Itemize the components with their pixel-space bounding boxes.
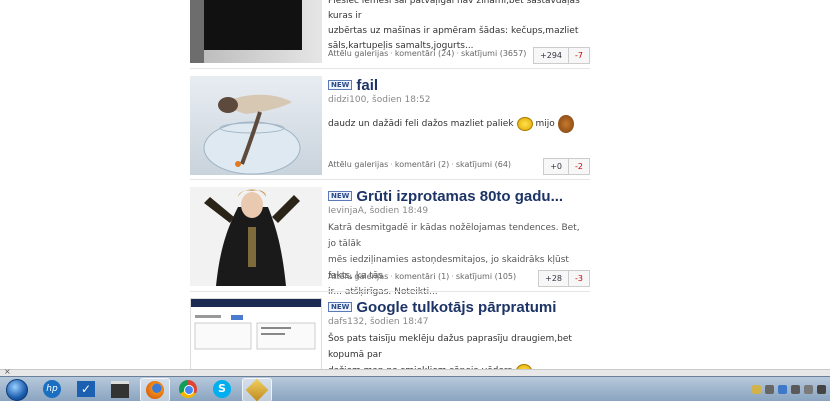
post-author-date: dafs132, šodien 18:47 (328, 317, 429, 327)
vote-plus-button[interactable]: +28 (538, 270, 569, 287)
post-title-link[interactable]: Grūti izprotamas 80to gadu... (356, 188, 563, 205)
body-line: mijo (535, 119, 555, 129)
gallery-link[interactable]: Attēlu galerijas (328, 160, 388, 169)
woman-80s-image (204, 189, 300, 286)
body-line: Katrā desmitgadē ir kādas nožēlojamas te… (328, 223, 580, 249)
new-badge: NEW (328, 302, 353, 312)
windows-taskbar: hp ✓ S (0, 376, 830, 402)
vote-box: +0 -2 (543, 158, 590, 175)
comments-link[interactable]: komentāri (24) (395, 49, 455, 58)
post-content: NEW Google tulkotājs pārpratumi dafs132,… (328, 298, 590, 372)
vote-minus-button[interactable]: -3 (568, 270, 590, 287)
views-count: skatījumi (64) (455, 160, 512, 169)
bear-smiley-icon (557, 115, 574, 133)
body-line: Šos pats taisīju meklēju dažus paprasīju… (328, 334, 572, 360)
tray-icon[interactable] (791, 384, 800, 394)
tray-icon[interactable] (765, 384, 774, 394)
post-divider (190, 68, 590, 69)
tray-icon[interactable] (778, 384, 787, 394)
chrome-icon[interactable] (174, 378, 202, 400)
thumbnail-edge (190, 0, 204, 63)
post-thumbnail[interactable] (190, 298, 322, 370)
google-translate-screenshot-image (191, 299, 321, 350)
views-count: skatījumi (105) (455, 272, 517, 281)
post-divider (190, 291, 590, 292)
firefox-icon[interactable] (140, 378, 170, 402)
laughing-smiley-icon (516, 117, 533, 131)
post-links: Attēlu galerijas · komentāri (24) · skatījum… (328, 49, 527, 58)
post-author-date: IevinjaA, šodien 18:49 (328, 206, 429, 216)
tray-icon[interactable] (817, 384, 826, 394)
gallery-link[interactable]: Attēlu galerijas (328, 272, 388, 281)
body-line: daudz un dažādi feli dažos mazliet palie… (328, 119, 514, 129)
post-body: Šos pats taisīju meklēju dažus paprasīju… (328, 331, 590, 372)
body-line: Pieslēc lēmēsi šai patvaļīgai nav zināmi… (328, 0, 580, 21)
system-tray (752, 377, 826, 401)
vote-plus-button[interactable]: +0 (543, 158, 569, 175)
thumbnail-black-box (204, 0, 302, 50)
comments-link[interactable]: komentāri (2) (395, 160, 449, 169)
new-badge: NEW (328, 80, 353, 90)
hp-icon[interactable]: hp (38, 378, 66, 400)
cat-fishbowl-image (203, 94, 301, 175)
post-body: Pieslēc lēmēsi šai patvaļīgai nav zināmi… (328, 0, 590, 54)
post-body: daudz un dažādi feli dažos mazliet palie… (328, 115, 590, 133)
post-thumbnail[interactable] (190, 76, 322, 175)
skype-icon[interactable]: S (208, 378, 236, 400)
comments-link[interactable]: komentāri (1) (395, 272, 449, 281)
windows-start-icon[interactable] (6, 379, 28, 401)
tray-icon[interactable] (804, 384, 813, 394)
post-body: Katrā desmitgadē ir kādas nožēlojamas te… (328, 220, 590, 300)
post-author-date: didzi100, šodien 18:52 (328, 95, 431, 105)
post-divider (190, 179, 590, 180)
vote-minus-button[interactable]: -2 (568, 158, 590, 175)
vote-plus-button[interactable]: +294 (533, 47, 569, 64)
post-content: Pieslēc lēmēsi šai patvaļīgai nav zināmi… (328, 0, 590, 54)
web-page: Pieslēc lēmēsi šai patvaļīgai nav zināmi… (0, 0, 830, 372)
new-badge: NEW (328, 191, 353, 201)
post-links: Attēlu galerijas · komentāri (2) · skatījumi… (328, 160, 512, 169)
close-status-icon[interactable]: × (4, 367, 11, 376)
tray-icon[interactable] (752, 384, 761, 394)
post-title-link[interactable]: fail (356, 77, 378, 94)
post-content: NEW fail didzi100, šodien 18:52 daudz un… (328, 76, 590, 133)
checkmark-app-icon[interactable]: ✓ (72, 378, 100, 400)
tool-app-icon[interactable] (242, 378, 272, 402)
vote-box: +294 -7 (533, 47, 590, 64)
views-count: skatījumi (3657) (460, 49, 527, 58)
vote-minus-button[interactable]: -7 (568, 47, 590, 64)
vote-box: +28 -3 (538, 270, 590, 287)
post-title-link[interactable]: Google tulkotājs pārpratumi (356, 299, 556, 316)
post-thumbnail[interactable] (190, 0, 322, 63)
film-clapper-icon[interactable] (106, 378, 134, 400)
post-thumbnail[interactable] (190, 187, 322, 286)
gallery-link[interactable]: Attēlu galerijas (328, 49, 388, 58)
body-line: uzbērtas uz mašīnas ir apmēram šādas: ke… (328, 26, 579, 36)
post-links: Attēlu galerijas · komentāri (1) · skatījumi… (328, 272, 517, 281)
